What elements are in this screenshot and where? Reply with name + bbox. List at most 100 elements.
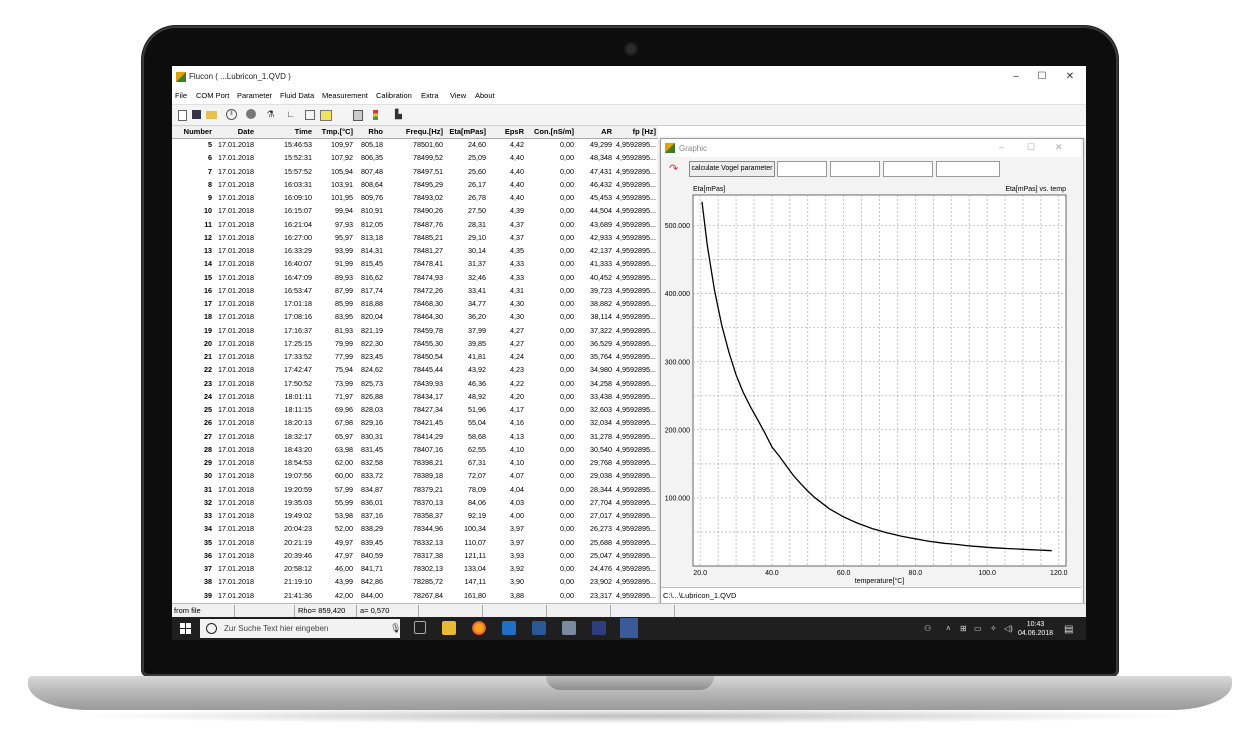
outlook-icon[interactable] bbox=[502, 621, 516, 635]
vogel-param-c-field[interactable] bbox=[883, 161, 933, 177]
column-header[interactable]: Rho bbox=[368, 127, 383, 136]
table-row[interactable]: 10 17.01.2018 16:15:07 99,94 810,91 78490,26 2… bbox=[172, 205, 658, 218]
table-row[interactable]: 28 17.01.2018 18:43:20 63,98 831,45 78407,16 6… bbox=[172, 444, 658, 457]
column-header[interactable]: Con.[nS/m] bbox=[534, 127, 574, 136]
wifi-icon[interactable]: ✧ bbox=[990, 624, 997, 633]
notification-icon[interactable]: ▤ bbox=[1064, 624, 1073, 635]
table-row[interactable]: 8 17.01.2018 16:03:31 103,91 808,64 78495,29 2… bbox=[172, 179, 658, 192]
column-header[interactable]: Tmp.[°C] bbox=[322, 127, 353, 136]
traffic-light-icon[interactable] bbox=[373, 110, 378, 120]
vogel-param-a-field[interactable] bbox=[777, 161, 827, 177]
refresh-icon[interactable]: ↷ bbox=[669, 162, 678, 175]
volume-icon[interactable]: ◁) bbox=[1004, 624, 1013, 633]
status-a: a= 0,570 bbox=[360, 606, 390, 615]
column-header[interactable]: AR bbox=[601, 127, 612, 136]
menu-com-port[interactable]: COM Port bbox=[196, 91, 229, 100]
table-row[interactable]: 13 17.01.2018 16:33:29 93,99 814,31 78481,27 3… bbox=[172, 245, 658, 258]
menu-calibration[interactable]: Calibration bbox=[376, 91, 412, 100]
firefox-icon[interactable] bbox=[472, 621, 486, 635]
column-header[interactable]: Time bbox=[295, 127, 312, 136]
menu-extra[interactable]: Extra bbox=[421, 91, 439, 100]
table-row[interactable]: 5 17.01.2018 15:46:53 109,97 805,18 78501,60 2… bbox=[172, 139, 658, 152]
menu-view[interactable]: View bbox=[450, 91, 466, 100]
table-row[interactable]: 17 17.01.2018 17:01:18 85,99 818,88 78468,30 3… bbox=[172, 298, 658, 311]
microphone-icon[interactable]: 🎙 bbox=[390, 623, 401, 634]
menu-file[interactable]: File bbox=[175, 91, 187, 100]
open-folder-icon[interactable] bbox=[206, 111, 217, 119]
column-header[interactable]: Frequ.[Hz] bbox=[406, 127, 443, 136]
table-row[interactable]: 11 17.01.2018 16:21:04 97,93 812,05 78487,76 2… bbox=[172, 219, 658, 232]
taskbar-search[interactable]: Zur Suche Text hier eingeben 🎙 bbox=[200, 619, 401, 638]
graphic-close-button[interactable]: ✕ bbox=[1055, 142, 1063, 153]
table-row[interactable]: 27 17.01.2018 18:32:17 65,97 830,31 78414,29 5… bbox=[172, 431, 658, 444]
tray-chevron-icon[interactable]: ˄ bbox=[946, 624, 951, 633]
new-file-icon[interactable] bbox=[178, 110, 187, 121]
table-row[interactable]: 16 17.01.2018 16:53:47 87,99 817,74 78472,26 3… bbox=[172, 285, 658, 298]
table-row[interactable]: 22 17.01.2018 17:42:47 75,94 824,62 78445,44 4… bbox=[172, 364, 658, 377]
table-row[interactable]: 32 17.01.2018 19:35:03 55,99 836,01 78370,13 8… bbox=[172, 497, 658, 510]
table-row[interactable]: 37 17.01.2018 20:58:12 46,00 841,71 78302,13 1… bbox=[172, 563, 658, 576]
table-row[interactable]: 36 17.01.2018 20:39:46 47,97 840,59 78317,38 1… bbox=[172, 550, 658, 563]
taskbar-clock[interactable]: 10:43 04.06.2018 bbox=[1018, 620, 1053, 638]
table-row[interactable]: 26 17.01.2018 18:20:13 67,98 829,16 78421,45 5… bbox=[172, 417, 658, 430]
people-icon[interactable]: ⚇ bbox=[924, 624, 931, 633]
menu-about[interactable]: About bbox=[475, 91, 495, 100]
windows-start-icon[interactable] bbox=[180, 623, 191, 634]
table-row[interactable]: 35 17.01.2018 20:21:19 49,97 839,45 78332,13 1… bbox=[172, 537, 658, 550]
flucon-taskbar-icon[interactable] bbox=[620, 618, 638, 638]
table-row[interactable]: 25 17.01.2018 18:11:15 69,96 828,03 78427,34 5… bbox=[172, 404, 658, 417]
graphic-minimize-button[interactable]: – bbox=[999, 142, 1004, 152]
table-row[interactable]: 6 17.01.2018 15:52:31 107,92 806,35 78499,52 2… bbox=[172, 152, 658, 165]
close-button[interactable]: ✕ bbox=[1056, 70, 1084, 84]
menu-measurement[interactable]: Measurement bbox=[322, 91, 368, 100]
table-row[interactable]: 21 17.01.2018 17:33:52 77,99 823,45 78450,54 4… bbox=[172, 351, 658, 364]
column-header[interactable]: Eta[mPas] bbox=[449, 127, 486, 136]
network-icon[interactable]: ⊞ bbox=[960, 624, 967, 633]
paint-icon[interactable] bbox=[562, 621, 576, 635]
table-row[interactable]: 31 17.01.2018 19:20:59 57,99 834,87 78379,21 7… bbox=[172, 484, 658, 497]
table-row[interactable]: 14 17.01.2018 16:40:07 91,99 815,45 78478,41 3… bbox=[172, 258, 658, 271]
battery-icon[interactable]: ▭ bbox=[974, 624, 982, 633]
table-row[interactable]: 29 17.01.2018 18:54:53 62,00 832,58 78398,21 6… bbox=[172, 457, 658, 470]
file-explorer-icon[interactable] bbox=[442, 621, 456, 635]
column-header[interactable]: Date bbox=[238, 127, 254, 136]
table-row[interactable]: 30 17.01.2018 19:07:56 60,00 833,72 78389,18 7… bbox=[172, 470, 658, 483]
vogel-param-b-field[interactable] bbox=[830, 161, 880, 177]
menu-fluid-data[interactable]: Fluid Data bbox=[280, 91, 314, 100]
column-header[interactable]: fp [Hz] bbox=[633, 127, 656, 136]
table-row[interactable]: 23 17.01.2018 17:50:52 73,99 825,73 78439,93 4… bbox=[172, 378, 658, 391]
table-row[interactable]: 7 17.01.2018 15:57:52 105,94 807,48 78497,51 2… bbox=[172, 166, 658, 179]
task-view-icon[interactable] bbox=[414, 621, 426, 634]
graphic-maximize-button[interactable]: ☐ bbox=[1027, 142, 1035, 153]
maximize-button[interactable]: ☐ bbox=[1028, 70, 1056, 84]
minimize-button[interactable]: – bbox=[1002, 70, 1030, 84]
vogel-result-field[interactable] bbox=[936, 161, 1000, 177]
table-row[interactable]: 12 17.01.2018 16:27:00 95,97 813,18 78485,21 2… bbox=[172, 232, 658, 245]
table-row[interactable]: 9 17.01.2018 16:09:10 101,95 809,76 78493,02 2… bbox=[172, 192, 658, 205]
table-row[interactable]: 24 17.01.2018 18:01:11 71,97 826,88 78434,17 4… bbox=[172, 391, 658, 404]
chart-icon[interactable] bbox=[305, 110, 315, 120]
save-icon[interactable] bbox=[192, 110, 201, 119]
column-header[interactable]: EpsR bbox=[505, 127, 524, 136]
probe-icon[interactable]: ⚗ bbox=[265, 109, 276, 120]
photoshop-icon[interactable] bbox=[592, 621, 606, 635]
table-row[interactable]: 15 17.01.2018 16:47:09 89,93 816,62 78474,93 3… bbox=[172, 272, 658, 285]
table-row[interactable]: 18 17.01.2018 17:08:16 83,95 820,04 78464,30 3… bbox=[172, 311, 658, 324]
graphic-window[interactable]: Graphic – ☐ ✕ ↷ calculate Vogel paramete… bbox=[660, 138, 1084, 606]
column-header[interactable]: Number bbox=[184, 127, 212, 136]
word-icon[interactable] bbox=[532, 621, 546, 635]
table-row[interactable]: 39 17.01.2018 21:41:36 42,00 844,00 78267,84 1… bbox=[172, 590, 658, 602]
pause-icon[interactable]: ‖ bbox=[226, 109, 237, 120]
calculate-vogel-button[interactable]: calculate Vogel parameter bbox=[689, 161, 775, 177]
table-row[interactable]: 20 17.01.2018 17:25:15 79,99 822,30 78455,30 3… bbox=[172, 338, 658, 351]
table-icon[interactable] bbox=[320, 110, 332, 121]
calculator-icon[interactable] bbox=[353, 110, 363, 121]
menu-parameter[interactable]: Parameter bbox=[237, 91, 272, 100]
table-row[interactable]: 38 17.01.2018 21:19:10 43,99 842,86 78285,72 1… bbox=[172, 576, 658, 589]
bar-chart-icon[interactable]: ▙ bbox=[393, 109, 404, 120]
record-icon[interactable] bbox=[246, 109, 256, 119]
table-row[interactable]: 33 17.01.2018 19:49:02 53,98 837,16 78358,37 9… bbox=[172, 510, 658, 523]
table-row[interactable]: 19 17.01.2018 17:16:37 81,93 821,19 78459,78 3… bbox=[172, 325, 658, 338]
table-row[interactable]: 34 17.01.2018 20:04:23 52,00 838,29 78344,96 1… bbox=[172, 523, 658, 536]
angle-icon[interactable]: ∟ bbox=[285, 109, 296, 120]
